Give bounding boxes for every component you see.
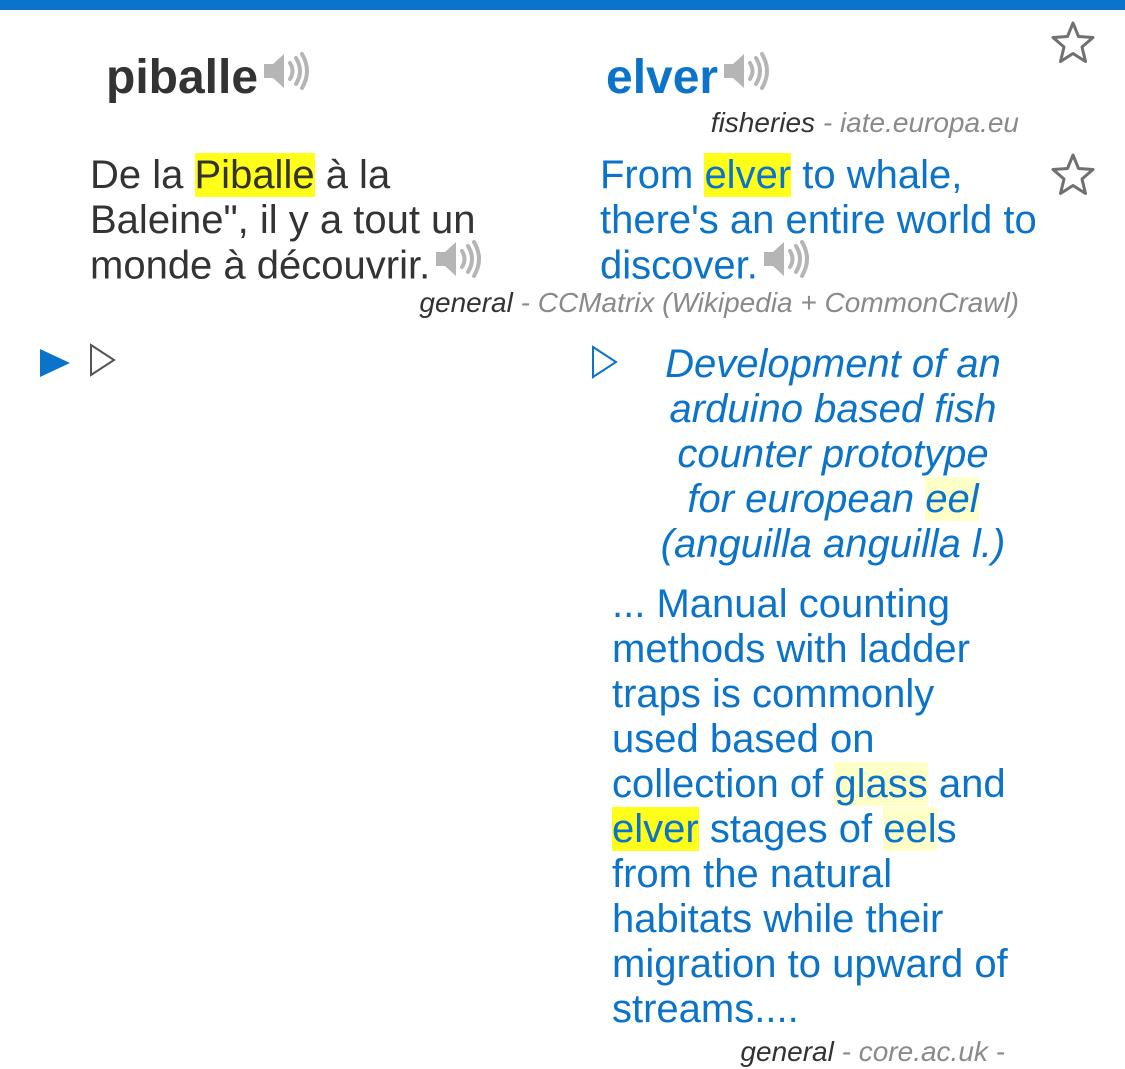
sentence-text: De la bbox=[90, 153, 195, 197]
play-outline-icon[interactable] bbox=[590, 344, 620, 385]
highlighted-term: eel bbox=[925, 477, 979, 521]
source-separator: - bbox=[512, 287, 538, 318]
play-outline-icon[interactable] bbox=[88, 342, 118, 383]
highlighted-term: elver bbox=[612, 807, 699, 851]
sentence-text: From bbox=[600, 153, 705, 197]
entry-domain: fisheries bbox=[710, 107, 816, 138]
speaker-icon[interactable] bbox=[262, 48, 312, 104]
source-separator: - bbox=[833, 1036, 859, 1067]
french-example-sentence: De la Piballe à la Baleine", il y a tout… bbox=[90, 153, 510, 293]
play-filled-icon[interactable] bbox=[38, 346, 72, 385]
source-separator: - bbox=[815, 107, 840, 138]
example-source: CCMatrix (Wikipedia + CommonCrawl) bbox=[537, 287, 1019, 318]
excerpt-text: and bbox=[927, 762, 1006, 806]
top-accent-bar bbox=[0, 0, 1125, 10]
french-headword-text: piballe bbox=[106, 51, 259, 104]
title-text: (anguilla anguilla l.) bbox=[660, 522, 1006, 566]
english-example-sentence: From elver to whale, there's an entire w… bbox=[600, 153, 1040, 293]
favorite-star-icon[interactable] bbox=[1049, 151, 1097, 199]
example-source-line: general - CCMatrix (Wikipedia + CommonCr… bbox=[419, 286, 1019, 320]
entry-source: iate.europa.eu bbox=[839, 107, 1019, 138]
document-domain: general bbox=[740, 1036, 834, 1067]
highlighted-term: Piballe bbox=[194, 153, 315, 197]
document-source-line: general - core.ac.uk - bbox=[740, 1035, 1005, 1069]
example-domain: general bbox=[419, 287, 513, 318]
highlighted-term: eel bbox=[883, 807, 937, 851]
document-title[interactable]: Development of an arduino based fish cou… bbox=[650, 342, 1016, 567]
excerpt-text: stages of bbox=[698, 807, 884, 851]
favorite-star-icon[interactable] bbox=[1049, 19, 1097, 67]
french-headword: piballe bbox=[106, 50, 312, 108]
document-excerpt: ... Manual counting methods with ladder … bbox=[612, 582, 1012, 1032]
english-headword: elver bbox=[606, 50, 772, 108]
highlighted-term: glass bbox=[834, 762, 928, 806]
speaker-icon[interactable] bbox=[722, 48, 772, 104]
document-source: core.ac.uk - bbox=[858, 1036, 1005, 1067]
entry-source-line: fisheries - iate.europa.eu bbox=[711, 106, 1019, 140]
highlighted-term: elver bbox=[704, 153, 792, 197]
speaker-icon[interactable] bbox=[762, 239, 812, 289]
english-headword-text: elver bbox=[606, 51, 719, 104]
speaker-icon[interactable] bbox=[434, 239, 484, 289]
